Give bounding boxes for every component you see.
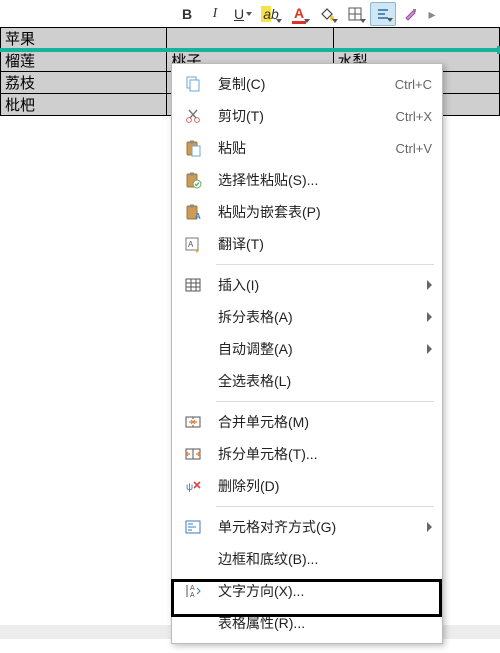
- split-cells-icon: [182, 444, 204, 464]
- italic-button[interactable]: I: [202, 2, 228, 26]
- menu-label: 插入(I): [218, 275, 419, 295]
- blank-icon: [182, 371, 204, 391]
- cell[interactable]: [167, 28, 333, 50]
- svg-text:A: A: [190, 592, 195, 599]
- merge-cells-icon: [182, 412, 204, 432]
- menu-cut[interactable]: 剪切(T) Ctrl+X: [172, 100, 442, 132]
- svg-text:ψ: ψ: [186, 482, 193, 493]
- delete-col-icon: ψ: [182, 476, 204, 496]
- menu-label: 拆分表格(A): [218, 307, 419, 327]
- highlight-color-button[interactable]: ab: [258, 2, 284, 26]
- toolbar-more-button[interactable]: ▸: [426, 2, 438, 26]
- menu-label: 拆分单元格(T)...: [218, 444, 432, 464]
- shortcut: Ctrl+V: [396, 141, 432, 156]
- fill-color-button[interactable]: [314, 2, 340, 26]
- menu-label: 粘贴为嵌套表(P): [218, 202, 432, 222]
- menu-split-cells[interactable]: 拆分单元格(T)...: [172, 438, 442, 470]
- menu-table-properties[interactable]: 表格属性(R)...: [172, 607, 442, 639]
- separator: [216, 401, 434, 402]
- svg-text:A: A: [195, 212, 201, 221]
- menu-label: 合并单元格(M): [218, 412, 432, 432]
- menu-label: 剪切(T): [218, 106, 386, 126]
- format-painter-button[interactable]: [398, 2, 424, 26]
- bold-button[interactable]: B: [174, 2, 200, 26]
- grid-icon: [347, 6, 363, 22]
- bucket-icon: [319, 6, 335, 22]
- blank-icon: [182, 307, 204, 327]
- menu-paste[interactable]: 粘贴 Ctrl+V: [172, 132, 442, 164]
- menu-paste-special[interactable]: 选择性粘贴(S)...: [172, 164, 442, 196]
- table-icon: [182, 275, 204, 295]
- svg-text:A: A: [188, 240, 194, 249]
- blank-icon: [182, 339, 204, 359]
- menu-label: 单元格对齐方式(G): [218, 517, 419, 537]
- menu-label: 自动调整(A): [218, 339, 419, 359]
- paste-special-icon: [182, 170, 204, 190]
- font-color-button[interactable]: A: [286, 2, 312, 26]
- blank-icon: [182, 613, 204, 633]
- separator: [216, 264, 434, 265]
- underline-button[interactable]: U: [230, 2, 256, 26]
- menu-paste-nested[interactable]: A 粘贴为嵌套表(P): [172, 196, 442, 228]
- paste-nested-icon: A: [182, 202, 204, 222]
- menu-borders-shading[interactable]: 边框和底纹(B)...: [172, 543, 442, 575]
- copy-icon: [182, 74, 204, 94]
- cell[interactable]: 荔枝: [1, 72, 167, 94]
- cell[interactable]: [333, 28, 499, 50]
- menu-label: 翻译(T): [218, 234, 432, 254]
- menu-delete-column[interactable]: ψ 删除列(D): [172, 470, 442, 502]
- menu-translate[interactable]: A 翻译(T): [172, 228, 442, 260]
- menu-text-direction[interactable]: AA 文字方向(X)...: [172, 575, 442, 607]
- menu-label: 选择性粘贴(S)...: [218, 170, 432, 190]
- context-menu: 复制(C) Ctrl+C 剪切(T) Ctrl+X 粘贴 Ctrl+V 选择性粘…: [171, 63, 443, 644]
- menu-label: 复制(C): [218, 74, 385, 94]
- submenu-arrow-icon: [427, 522, 432, 532]
- submenu-arrow-icon: [427, 344, 432, 354]
- menu-label: 表格属性(R)...: [218, 613, 432, 633]
- submenu-arrow-icon: [427, 280, 432, 290]
- shortcut: Ctrl+X: [396, 109, 432, 124]
- text-dir-icon: AA: [182, 581, 204, 601]
- submenu-arrow-icon: [427, 312, 432, 322]
- cell[interactable]: 榴莲: [1, 50, 167, 72]
- shortcut: Ctrl+C: [395, 77, 432, 92]
- cell[interactable]: 枇杷: [1, 94, 167, 116]
- menu-insert[interactable]: 插入(I): [172, 269, 442, 301]
- menu-select-all-table[interactable]: 全选表格(L): [172, 365, 442, 397]
- menu-merge-cells[interactable]: 合并单元格(M): [172, 406, 442, 438]
- menu-autofit[interactable]: 自动调整(A): [172, 333, 442, 365]
- menu-label: 粘贴: [218, 138, 386, 158]
- svg-text:A: A: [190, 585, 195, 592]
- translate-icon: A: [182, 234, 204, 254]
- align-icon: [375, 6, 391, 22]
- menu-label: 边框和底纹(B)...: [218, 549, 432, 569]
- menu-split-table[interactable]: 拆分表格(A): [172, 301, 442, 333]
- paste-icon: [182, 138, 204, 158]
- menu-cell-alignment[interactable]: 单元格对齐方式(G): [172, 511, 442, 543]
- cell-align-icon: [182, 517, 204, 537]
- selection-band: [0, 48, 500, 52]
- align-button[interactable]: [370, 2, 396, 26]
- table-row[interactable]: 苹果: [1, 28, 500, 50]
- formatting-toolbar: B I U ab A ▸: [170, 0, 500, 28]
- brush-icon: [403, 6, 419, 22]
- cut-icon: [182, 106, 204, 126]
- blank-icon: [182, 549, 204, 569]
- cell[interactable]: 苹果: [1, 28, 167, 50]
- separator: [216, 506, 434, 507]
- menu-copy[interactable]: 复制(C) Ctrl+C: [172, 68, 442, 100]
- borders-button[interactable]: [342, 2, 368, 26]
- menu-label: 文字方向(X)...: [218, 581, 432, 601]
- menu-label: 全选表格(L): [218, 371, 432, 391]
- menu-label: 删除列(D): [218, 476, 432, 496]
